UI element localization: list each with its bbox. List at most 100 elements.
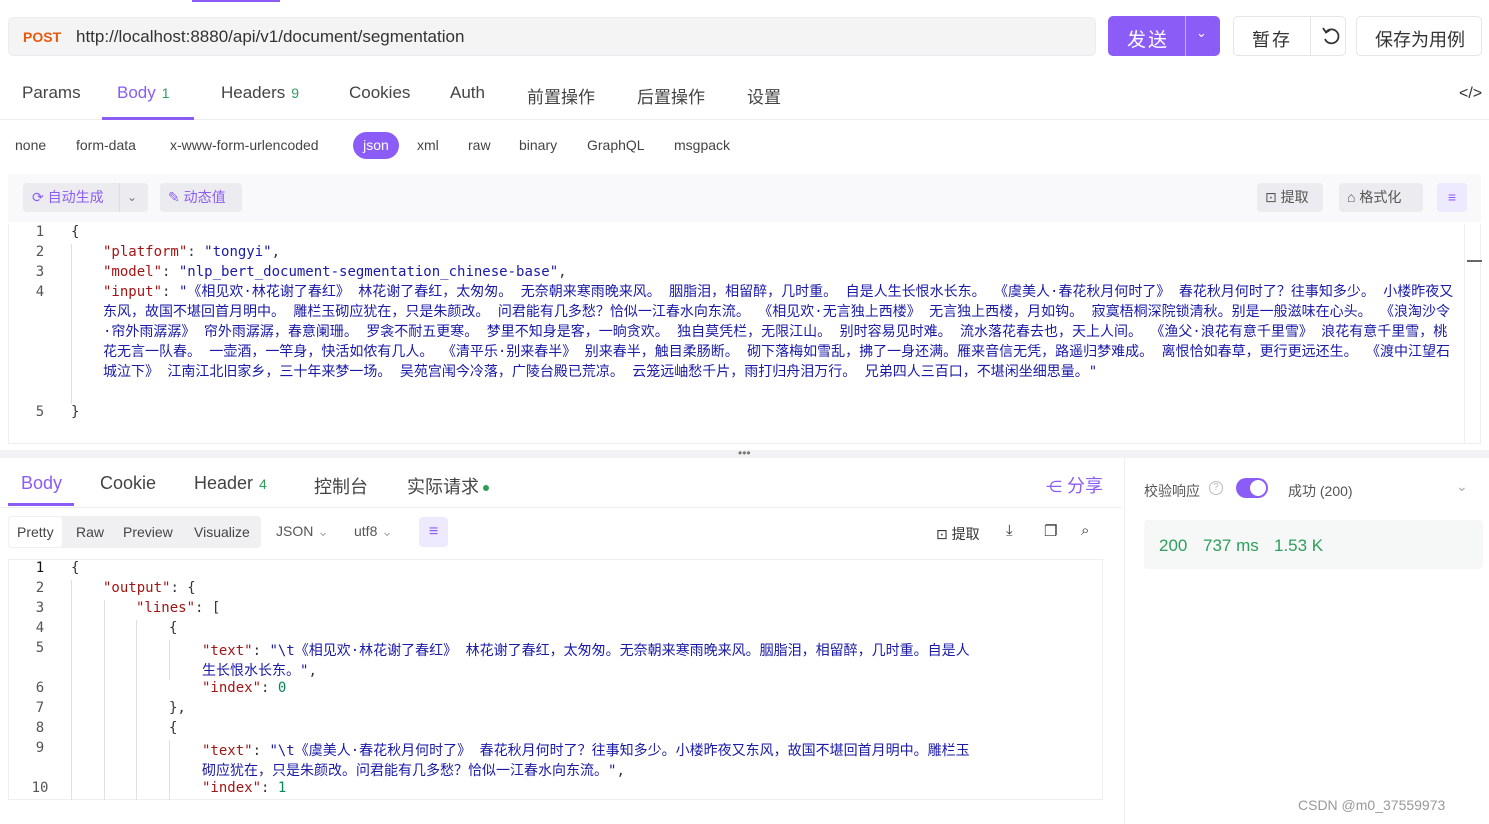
view-preview[interactable]: Preview — [115, 516, 181, 548]
scrollbar[interactable] — [1464, 224, 1482, 444]
verify-response-toggle[interactable] — [1236, 478, 1268, 498]
save-as-example-button[interactable]: 保存为用例 — [1356, 16, 1482, 56]
chevron-down-icon: ⌄ — [381, 523, 393, 539]
share-label: 分享 — [1067, 476, 1104, 496]
download-icon[interactable]: ⤓ — [1006, 522, 1013, 539]
json-string: "\t《相见欢·林花谢了春红》 林花谢了春红，太匆匆。无奈朝来寒雨晚来风。胭脂泪… — [269, 643, 970, 659]
pane-splitter[interactable]: ••• — [0, 446, 1489, 460]
dynamic-value-button[interactable]: ✎ 动态值 — [160, 183, 242, 212]
chevron-down-icon[interactable]: ⌄ — [1456, 478, 1468, 495]
format-button[interactable]: ⌂ 格式化 — [1339, 183, 1423, 212]
line-number: 3 — [35, 600, 45, 616]
body-type-raw[interactable]: raw — [468, 137, 491, 153]
line-number: 4 — [35, 284, 45, 300]
tab-response-body[interactable]: Body — [21, 473, 62, 494]
tab-body[interactable]: Body 1 — [117, 83, 170, 103]
response-time: 737 ms — [1203, 536, 1259, 555]
copy-icon[interactable]: ❐ — [1044, 522, 1057, 540]
extract-button[interactable]: ⊡ 提取 — [1257, 183, 1323, 212]
watermark: CSDN @m0_37559973 — [1298, 797, 1446, 813]
share-icon: ⋲ — [1046, 479, 1062, 496]
body-type-msgpack[interactable]: msgpack — [674, 137, 730, 153]
json-key: "lines" — [136, 600, 196, 616]
help-icon[interactable]: ? — [1209, 481, 1223, 495]
line-number: 3 — [35, 264, 45, 280]
body-type-json[interactable]: json — [353, 132, 399, 159]
tab-auth[interactable]: Auth — [450, 83, 485, 103]
code-line-index: "index": 1 — [202, 780, 287, 796]
format-value: JSON — [276, 523, 314, 539]
line-number: 9 — [35, 740, 45, 756]
url-field[interactable]: POST http://localhost:8880/api/v1/docume… — [8, 17, 1096, 56]
code-icon[interactable]: </> — [1459, 85, 1482, 103]
auto-generate-divider — [119, 183, 120, 212]
body-type-none[interactable]: none — [15, 137, 46, 153]
chevron-down-icon[interactable]: ⌄ — [127, 183, 137, 212]
line-number: 2 — [35, 580, 45, 596]
extract-label: 提取 — [951, 526, 980, 542]
tab-pre-actions[interactable]: 前置操作 — [527, 83, 595, 108]
body-type-urlencoded[interactable]: x-www-form-urlencoded — [170, 137, 319, 153]
json-key: "index" — [202, 680, 262, 696]
chevron-down-icon: ⌄ — [317, 523, 329, 539]
body-toolbar: ⟳ 自动生成 ⌄ ✎ 动态值 ⊡ 提取 ⌂ 格式化 ≡ — [8, 174, 1481, 222]
code-line-lines: "lines": [ — [136, 600, 221, 616]
refresh-icon[interactable] — [1321, 25, 1341, 52]
line-number: 7 — [35, 700, 45, 716]
chevron-down-icon[interactable]: ⌄ — [1196, 25, 1207, 41]
tab-actual-request[interactable]: 实际请求 — [407, 473, 489, 499]
response-size: 1.53 K — [1274, 536, 1324, 555]
tab-cookies[interactable]: Cookies — [349, 83, 410, 103]
scrollbar-thumb[interactable] — [1467, 260, 1482, 262]
tab-response-cookie[interactable]: Cookie — [100, 473, 156, 494]
encoding-dropdown[interactable]: utf8 ⌄ — [354, 523, 393, 540]
body-type-binary[interactable]: binary — [519, 137, 557, 153]
wrap-lines-icon[interactable]: ≡ — [1437, 183, 1467, 212]
tab-settings[interactable]: 设置 — [747, 83, 781, 108]
tab-console[interactable]: 控制台 — [314, 473, 368, 499]
response-stats: 200 737 ms 1.53 K — [1144, 520, 1483, 569]
wrap-lines-icon[interactable]: ≡ — [419, 517, 448, 547]
url-input[interactable]: http://localhost:8880/api/v1/document/se… — [76, 27, 464, 47]
save-divider — [1310, 17, 1311, 55]
extract-button[interactable]: ⊡ 提取 — [936, 524, 980, 544]
view-visualize[interactable]: Visualize — [186, 516, 258, 548]
input-value: "《相见欢·林花谢了春红》 林花谢了春红，太匆匆。 无奈朝来寒雨晚来风。 胭脂泪… — [103, 284, 1454, 380]
send-divider — [1185, 16, 1186, 56]
save-button[interactable]: 暂存 — [1233, 16, 1346, 56]
tab-params[interactable]: Params — [22, 83, 81, 103]
request-body-editor[interactable]: 1 2 3 4 5 { "platform": "tongyi", "model… — [8, 224, 1482, 444]
line-number: 6 — [35, 680, 45, 696]
tab-response-header[interactable]: Header 4 — [194, 473, 267, 494]
extract-icon: ⊡ — [1265, 189, 1277, 205]
send-label: 发送 — [1127, 30, 1170, 51]
json-string: 砌应犹在，只是朱颜改。问君能有几多愁？恰似一江春水向东流。" — [202, 763, 617, 779]
code-line-text-wrap: 生长恨水长东。", — [202, 663, 317, 679]
json-string: "\t《虞美人·春花秋月何时了》 春花秋月何时了？往事知多少。小楼昨夜又东风，故… — [269, 743, 970, 759]
auto-generate-label: 自动生成 — [47, 189, 104, 205]
search-icon[interactable]: ⌕ — [1081, 522, 1089, 539]
view-raw[interactable]: Raw — [68, 516, 112, 548]
body-type-xml[interactable]: xml — [417, 137, 439, 153]
encoding-value: utf8 — [354, 523, 378, 539]
indent-guide — [169, 740, 170, 800]
share-button[interactable]: ⋲ 分享 — [1046, 472, 1103, 498]
status-code: 200 — [1159, 536, 1188, 555]
tab-headers-label: Headers — [221, 83, 286, 102]
view-pretty[interactable]: Pretty — [9, 517, 62, 547]
send-button[interactable]: 发送 ⌄ — [1108, 16, 1220, 56]
auto-generate-button[interactable]: ⟳ 自动生成 ⌄ — [23, 183, 148, 212]
json-key: "text" — [202, 643, 253, 659]
body-type-graphql[interactable]: GraphQL — [587, 137, 645, 153]
request-tabs: Params Body 1 Headers 9 Cookies Auth 前置操作 … — [0, 70, 1489, 120]
method-selector[interactable]: POST — [23, 29, 61, 45]
tab-headers[interactable]: Headers 9 — [221, 83, 299, 103]
tab-post-actions[interactable]: 后置操作 — [637, 83, 705, 108]
tab-actual-request-label: 实际请求 — [407, 477, 479, 497]
json-key: "model" — [103, 264, 163, 280]
response-body-viewer[interactable]: 1 2 3 4 5 6 7 8 9 10 { "output": { "line… — [8, 559, 1103, 800]
format-dropdown[interactable]: JSON ⌄ — [276, 523, 329, 540]
status-dot — [483, 485, 489, 492]
body-type-form-data[interactable]: form-data — [76, 137, 136, 153]
active-tab-indicator — [192, 0, 280, 2]
